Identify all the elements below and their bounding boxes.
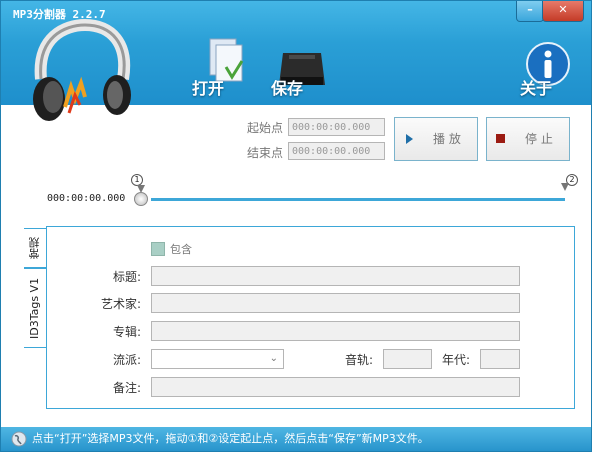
position-time: 000:00:00.000 bbox=[47, 193, 126, 204]
tab-general[interactable]: 常规 bbox=[24, 228, 47, 268]
about-button[interactable]: 关于 bbox=[520, 75, 552, 99]
stop-icon bbox=[496, 134, 505, 143]
position-slider-track[interactable] bbox=[151, 198, 565, 201]
genre-label: 流派: bbox=[113, 353, 142, 367]
play-label: 播 放 bbox=[433, 132, 461, 146]
comment-label: 备注: bbox=[113, 381, 142, 395]
start-point-label: 起始点 bbox=[247, 121, 284, 135]
include-label: 包含 bbox=[170, 243, 192, 256]
close-button[interactable]: ✕ bbox=[542, 1, 584, 22]
year-field[interactable] bbox=[480, 349, 520, 369]
status-bar: 点击“打开”选择MP3文件，拖动①和②设定起止点，然后点击“保存”新MP3文件。 bbox=[1, 427, 591, 451]
stop-label: 停 止 bbox=[525, 132, 553, 146]
tab-general-label: 常规 bbox=[28, 237, 41, 259]
artist-label: 艺术家: bbox=[101, 297, 142, 311]
minimize-button[interactable]: – bbox=[516, 1, 544, 22]
end-marker-handle[interactable] bbox=[561, 183, 569, 191]
year-label: 年代: bbox=[442, 353, 471, 367]
globe-icon bbox=[11, 431, 27, 447]
comment-field[interactable] bbox=[151, 377, 520, 397]
end-point-label: 结束点 bbox=[247, 146, 284, 160]
album-label: 专辑: bbox=[113, 325, 142, 339]
start-point-field[interactable]: 000:00:00.000 bbox=[288, 118, 385, 136]
end-point-field[interactable]: 000:00:00.000 bbox=[288, 142, 385, 160]
genre-select[interactable]: ⌄ bbox=[151, 349, 284, 369]
save-button[interactable]: 保存 bbox=[271, 75, 303, 99]
play-icon bbox=[406, 134, 413, 144]
tab-id3tags-label: ID3Tags V1 bbox=[28, 277, 41, 339]
open-button[interactable]: 打开 bbox=[192, 75, 224, 99]
id3-tag-panel: 包含 标题: 艺术家: 专辑: 流派: ⌄ 音轨: 年代: 备注: bbox=[46, 226, 575, 409]
title-field[interactable] bbox=[151, 266, 520, 286]
album-field[interactable] bbox=[151, 321, 520, 341]
track-field[interactable] bbox=[383, 349, 432, 369]
stop-button[interactable]: 停 止 bbox=[486, 117, 570, 161]
header-banner: MP3分割器 2.2.7 – ✕ 打开 保存 关于 bbox=[1, 1, 591, 121]
include-checkbox[interactable] bbox=[151, 242, 165, 256]
play-button[interactable]: 播 放 bbox=[394, 117, 478, 161]
tab-id3tags[interactable]: ID3Tags V1 bbox=[24, 268, 47, 348]
title-label: 标题: bbox=[113, 270, 142, 284]
status-text: 点击“打开”选择MP3文件，拖动①和②设定起止点，然后点击“保存”新MP3文件。 bbox=[32, 432, 429, 445]
main-window: MP3分割器 2.2.7 – ✕ 打开 保存 关于 起始点 000:00:00.… bbox=[0, 0, 592, 452]
track-label: 音轨: bbox=[345, 353, 374, 367]
artist-field[interactable] bbox=[151, 293, 520, 313]
headphones-logo-icon bbox=[33, 18, 131, 121]
slider-thumb[interactable] bbox=[134, 192, 148, 206]
chevron-down-icon: ⌄ bbox=[269, 353, 278, 364]
